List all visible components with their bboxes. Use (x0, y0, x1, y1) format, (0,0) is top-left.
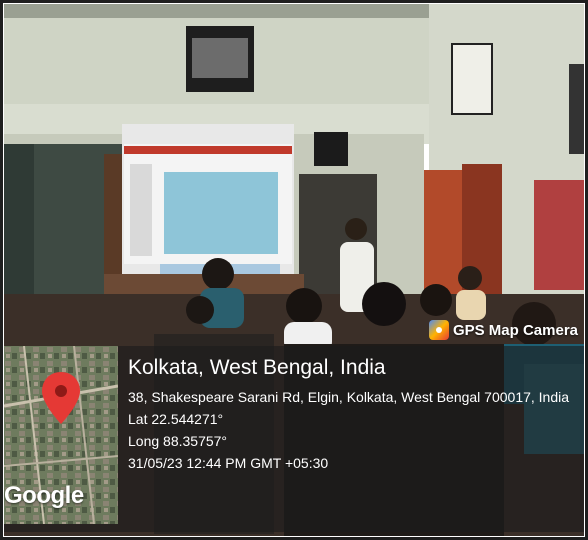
wall-chart (451, 43, 493, 115)
speaker (314, 132, 348, 166)
student (202, 258, 234, 290)
address-text: 38, Shakespeare Sarani Rd, Elgin, Kolkat… (128, 389, 570, 405)
longitude-text: Long 88.35757° (128, 433, 228, 449)
location-info: Kolkata, West Bengal, India 38, Shakespe… (128, 354, 578, 474)
slide-content (164, 172, 278, 254)
latitude-text: Lat 22.544271° (128, 411, 224, 427)
map-camera-icon (428, 320, 449, 340)
badge-label: GPS Map Camera (452, 321, 578, 339)
notice-board (534, 180, 584, 290)
datetime-text: 31/05/23 12:44 PM GMT +05:30 (128, 455, 329, 471)
gps-map-camera-badge: GPS Map Camera (428, 320, 578, 340)
city-title: Kolkata, West Bengal, India (128, 356, 386, 379)
presenter (345, 218, 367, 240)
google-watermark: Google (4, 482, 84, 509)
